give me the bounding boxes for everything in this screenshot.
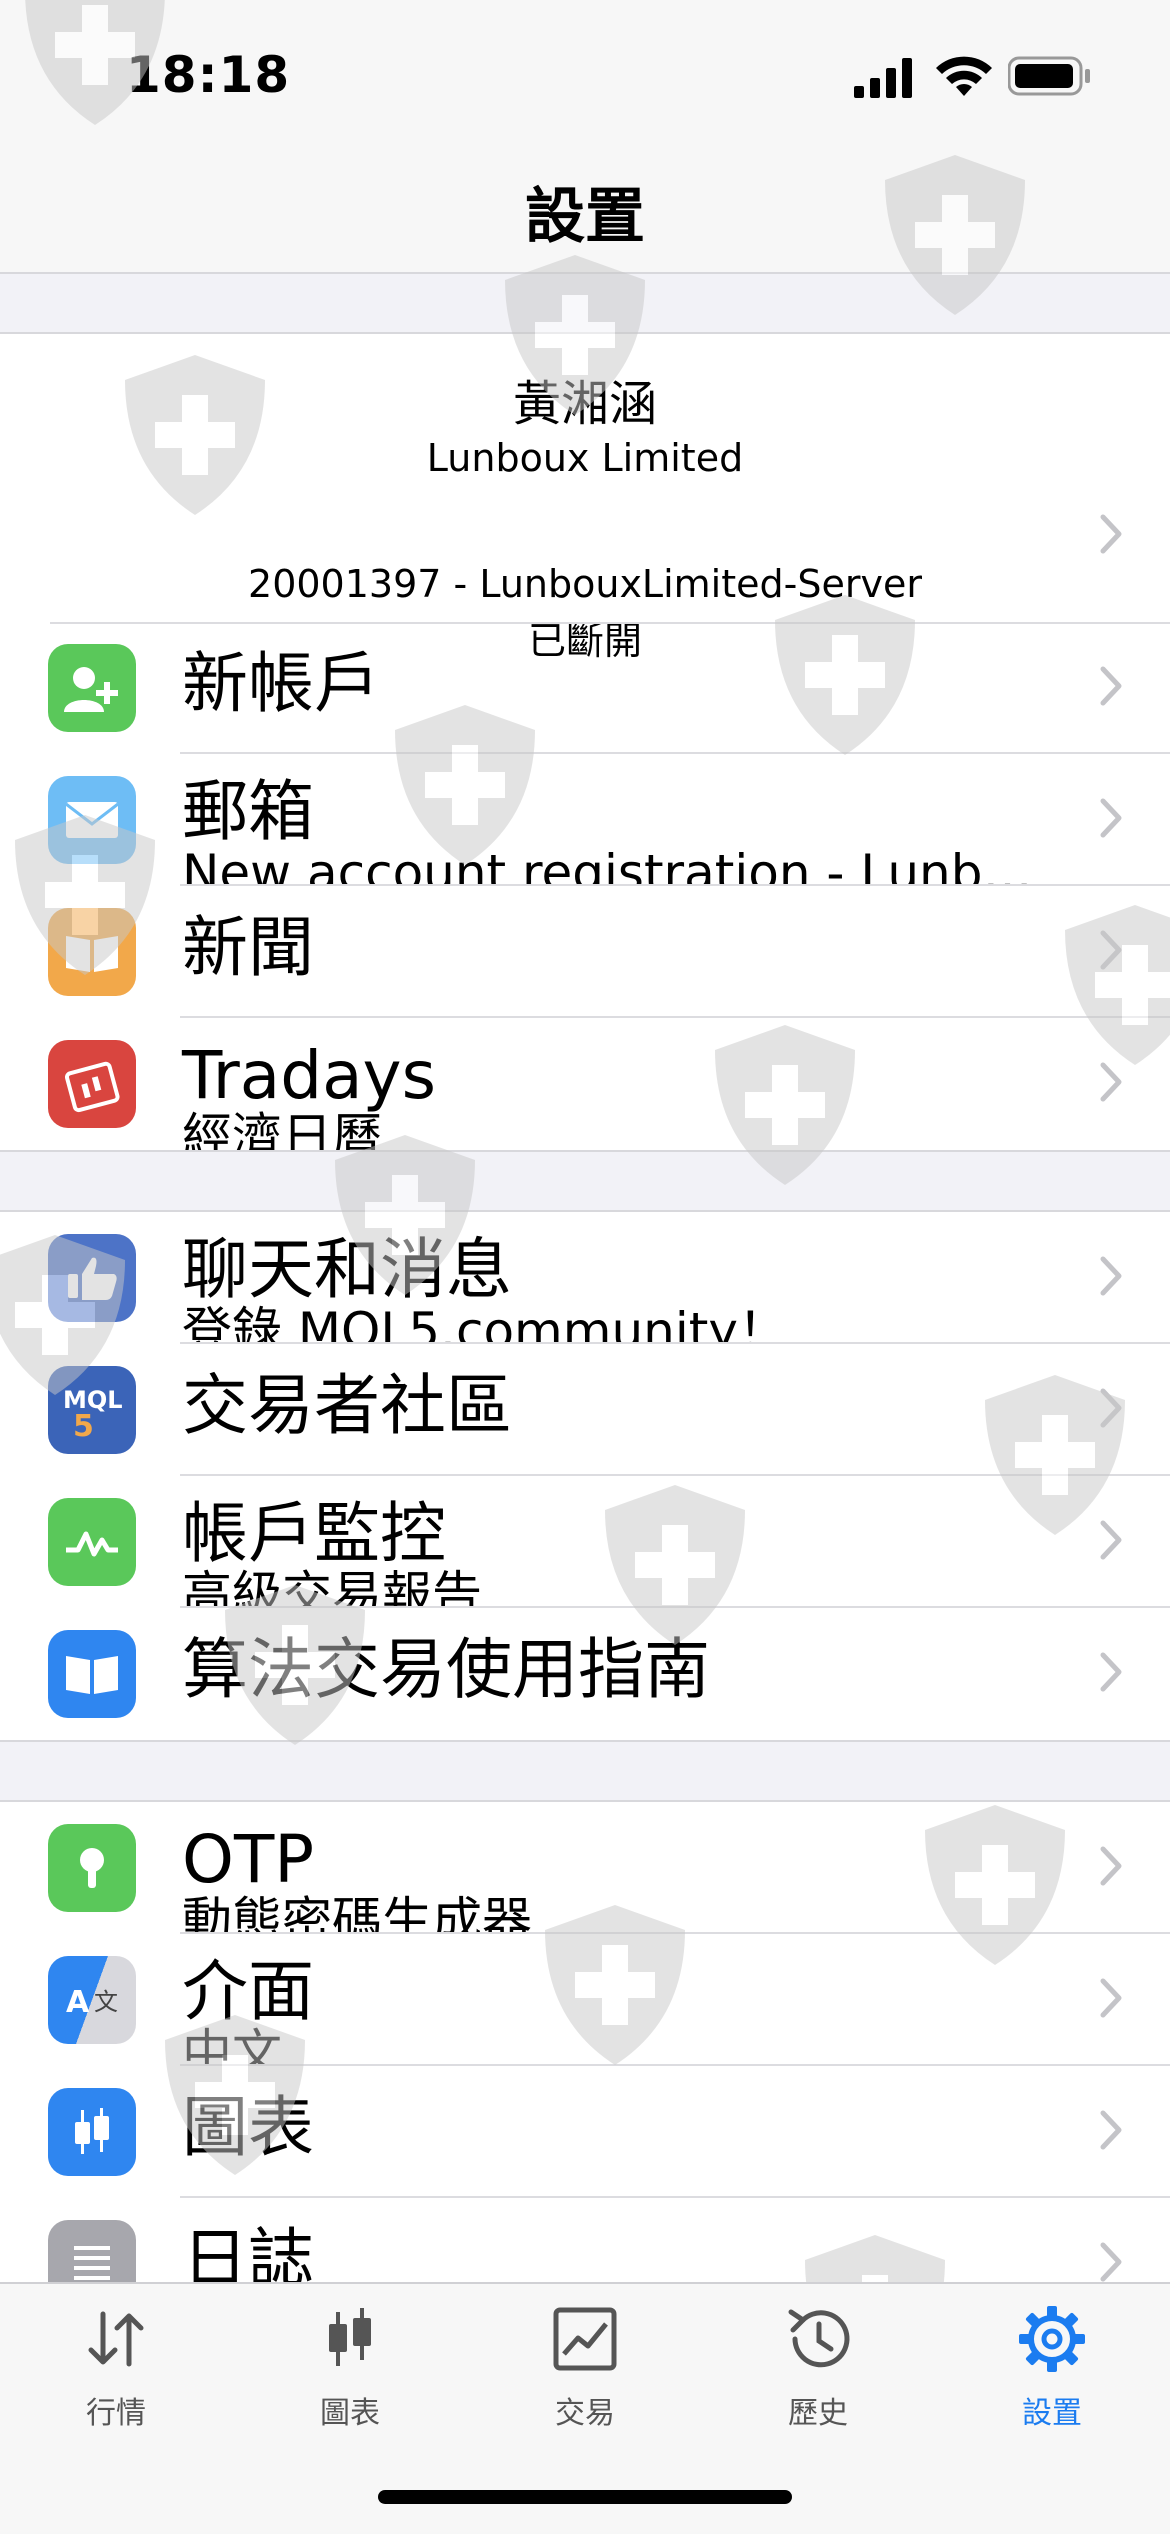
account-name: 黃湘涵 [512, 376, 657, 432]
status-bar: 18:18 [0, 0, 1170, 150]
mail-icon [48, 776, 136, 864]
menu-item-news[interactable]: 新聞 [0, 886, 1170, 1018]
account-header[interactable]: 黃湘涵 Lunboux Limited 20001397 - LunbouxLi… [0, 334, 1170, 663]
chevron-right-icon [1100, 930, 1122, 970]
section-spacer [0, 1742, 1170, 1802]
log-icon [48, 2220, 136, 2282]
menu-item-title: 聊天和消息 [182, 1231, 512, 1308]
history-icon [788, 2309, 850, 2368]
chevron-right-icon [1100, 1978, 1122, 2018]
menu-item-title: 帳戶監控 [182, 1495, 446, 1572]
menu-item-title: 郵箱 [182, 773, 314, 850]
tab-history[interactable]: 歷史 [738, 2304, 898, 2432]
menu-item-title: 圖表 [182, 2089, 314, 2166]
calendar-icon [48, 1040, 136, 1128]
menu-item-algo-trading-guide[interactable]: 算法交易使用指南 [0, 1608, 1170, 1740]
svg-text:文: 文 [94, 1988, 118, 2016]
chevron-right-icon [1100, 514, 1122, 554]
menu-item-new-account[interactable]: 新帳戶 [0, 622, 1170, 754]
menu-item-interface-language[interactable]: A文 介面 中文 [0, 1934, 1170, 2066]
menu-item-subtitle: 高級交易報告 [182, 1566, 482, 1609]
community-group: 聊天和消息 登錄 MQL5.community！ MQL 5 交易者社區 帳戶監控… [0, 1212, 1170, 1742]
trade-icon [553, 2307, 617, 2371]
mql5-icon: MQL 5 [48, 1366, 136, 1454]
chevron-right-icon [1100, 666, 1122, 706]
chevron-right-icon [1100, 1062, 1122, 1102]
tab-label: 行情 [86, 2396, 146, 2431]
chevron-right-icon [1100, 1256, 1122, 1296]
menu-item-mailbox[interactable]: 郵箱 New account registration - Lunboux Li… [0, 754, 1170, 886]
menu-item-subtitle: 中文 [182, 2024, 282, 2067]
account-group: 黃湘涵 Lunboux Limited 20001397 - LunbouxLi… [0, 334, 1170, 1152]
monitor-icon [48, 1498, 136, 1586]
menu-item-account-monitoring[interactable]: 帳戶監控 高級交易報告 [0, 1476, 1170, 1608]
tab-label: 設置 [1022, 2396, 1082, 2431]
navigation-bar: 設置 [0, 150, 1170, 274]
menu-item-title: 算法交易使用指南 [182, 1631, 710, 1708]
home-indicator[interactable] [378, 2490, 792, 2504]
thumb-icon [48, 1234, 136, 1322]
section-spacer [0, 274, 1170, 334]
wifi-icon [936, 56, 992, 96]
menu-item-title: 新帳戶 [182, 645, 380, 722]
status-time: 18:18 [126, 46, 291, 104]
tab-chart[interactable]: 圖表 [270, 2304, 430, 2432]
menu-item-chat[interactable]: 聊天和消息 登錄 MQL5.community！ [0, 1212, 1170, 1344]
svg-text:A: A [66, 1985, 90, 2020]
tab-trade[interactable]: 交易 [505, 2304, 665, 2432]
tab-settings[interactable]: 設置 [972, 2304, 1132, 2432]
settings-list[interactable]: 黃湘涵 Lunboux Limited 20001397 - LunbouxLi… [0, 274, 1170, 2282]
chart-icon [329, 2308, 371, 2366]
tools-group: OTP 動態密碼生成器 A文 介面 中文 圖表 日誌 [0, 1802, 1170, 2282]
menu-item-title: 新聞 [182, 909, 314, 986]
chevron-right-icon [1100, 1846, 1122, 1886]
menu-item-journal[interactable]: 日誌 [0, 2198, 1170, 2282]
chevron-right-icon [1100, 1520, 1122, 1560]
battery-icon [1008, 56, 1090, 96]
menu-item-tradays[interactable]: Tradays 經濟日曆 [0, 1018, 1170, 1150]
page-title: 設置 [525, 182, 645, 252]
section-spacer [0, 1152, 1170, 1212]
menu-item-subtitle: 動態密碼生成器 [182, 1892, 532, 1935]
menu-item-title: 介面 [182, 1953, 314, 2030]
account-company: Lunboux Limited [426, 436, 744, 480]
translate-icon: A文 [48, 1956, 136, 2044]
open-book-icon [48, 1630, 136, 1718]
quotes-icon [88, 2311, 144, 2367]
chevron-right-icon [1100, 2242, 1122, 2282]
menu-item-subtitle: 登錄 MQL5.community！ [182, 1302, 788, 1345]
menu-item-title: 交易者社區 [182, 1367, 512, 1444]
tab-quotes[interactable]: 行情 [36, 2304, 196, 2432]
menu-item-title: 日誌 [182, 2221, 314, 2282]
svg-text:5: 5 [73, 1409, 94, 1442]
account-server: 20001397 - LunbouxLimited-Server [248, 562, 922, 606]
menu-item-traders-community[interactable]: MQL 5 交易者社區 [0, 1344, 1170, 1476]
tab-label: 圖表 [320, 2396, 380, 2431]
tab-label: 歷史 [788, 2396, 848, 2431]
menu-item-charts[interactable]: 圖表 [0, 2066, 1170, 2198]
chevron-right-icon [1100, 798, 1122, 838]
menu-item-title: Tradays [182, 1037, 436, 1114]
menu-item-subtitle: New account registration - Lunboux Limit… [182, 846, 1042, 886]
tab-label: 交易 [555, 2396, 615, 2431]
lock-icon [48, 1824, 136, 1912]
chevron-right-icon [1100, 1652, 1122, 1692]
cellular-signal-icon [854, 58, 912, 98]
menu-item-title: OTP [182, 1821, 315, 1898]
book-icon [48, 908, 136, 996]
menu-item-subtitle: 經濟日曆 [182, 1108, 382, 1151]
chevron-right-icon [1100, 2110, 1122, 2150]
menu-item-otp[interactable]: OTP 動態密碼生成器 [0, 1802, 1170, 1934]
candles-icon [48, 2088, 136, 2176]
chevron-right-icon [1100, 1388, 1122, 1428]
add-user-icon [48, 644, 136, 732]
settings-gear-icon [1019, 2306, 1085, 2372]
